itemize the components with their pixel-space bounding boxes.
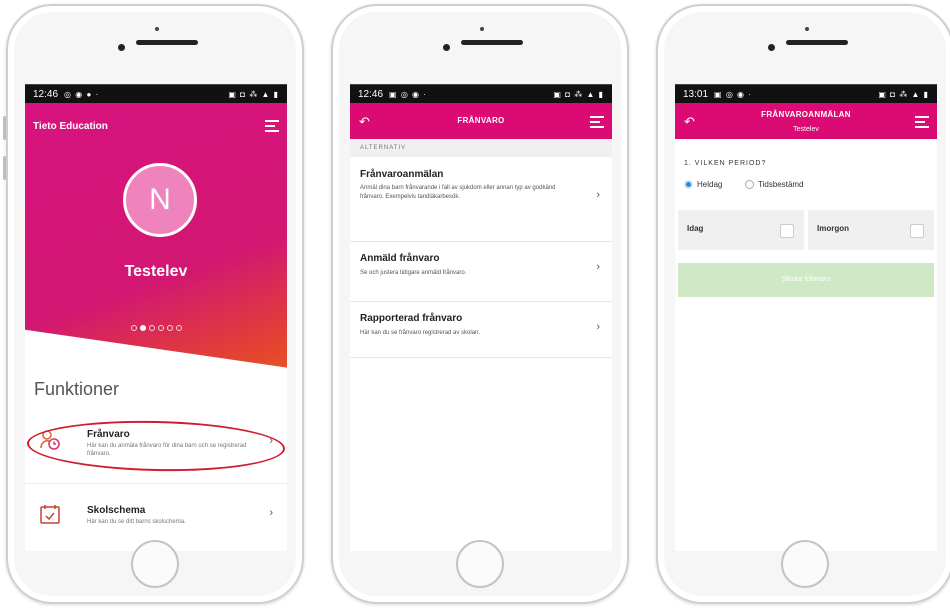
volume-button (3, 116, 6, 140)
phone-screen: 12:46 ▣ ◎ ◉ · ▣ ◘ ⁂ ▲ ▮ ↶ FRÅNVARO ALTER… (350, 84, 612, 551)
hamburger-menu-icon[interactable] (915, 113, 929, 131)
pager-dot[interactable] (157, 325, 164, 331)
brand-label: Tieto Education (33, 121, 108, 132)
checkbox[interactable] (780, 224, 794, 238)
pager-dot[interactable] (148, 325, 155, 331)
status-left-icons: ▣ ◎ ◉ · (389, 89, 427, 99)
item-subtitle: Se och justera tidigare anmäld frånvaro. (360, 270, 467, 276)
list-item-skolschema[interactable]: Skolschema Här kan du se ditt barns skol… (25, 497, 287, 537)
list-item-rapporterad-franvaro[interactable]: Rapporterad frånvaro Här kan du se frånv… (350, 301, 612, 358)
front-camera (118, 44, 125, 51)
radio-unselected-icon (745, 180, 754, 189)
phone-franvaro-screen: 12:46 ▣ ◎ ◉ · ▣ ◘ ⁂ ▲ ▮ ↶ FRÅNVARO ALTER… (331, 4, 629, 604)
chevron-right-icon: › (596, 321, 600, 333)
earpiece-speaker (786, 40, 848, 45)
item-title: Skolschema (87, 505, 146, 516)
phone-screen: 13:01 ▣ ◎ ◉ · ▣ ◘ ⁂ ▲ ▮ ↶ FRÅNVAROANMÄLA… (675, 84, 937, 551)
page-title: FRÅNVAROANMÄLAN (761, 110, 851, 119)
section-title-functions: Funktioner (34, 379, 120, 399)
student-name: Testelev (124, 263, 188, 280)
app-bar: ↶ FRÅNVAROANMÄLAN Testelev (675, 103, 937, 139)
page-title: FRÅNVARO (457, 116, 505, 125)
status-left-icons: ▣ ◎ ◉ · (714, 89, 752, 99)
item-title: Frånvaroanmälan (360, 169, 444, 180)
phone-screen: Tieto Education N Testelev 12:46 ◎ ◉ ● ·… (25, 84, 287, 551)
profile-header-gradient: Tieto Education N Testelev (25, 103, 287, 368)
radio-label: Tidsbestämd (758, 180, 804, 189)
earpiece-speaker (461, 40, 523, 45)
item-title: Rapporterad frånvaro (360, 313, 463, 324)
checkbox[interactable] (910, 224, 924, 238)
day-label: Imorgon (817, 224, 849, 233)
day-option-idag[interactable]: Idag (678, 210, 804, 250)
item-subtitle: Här kan du se frånvaro registrerad av sk… (360, 330, 481, 336)
day-label: Idag (687, 224, 704, 233)
status-right-icons: ▣ ◘ ⁂ ▲ ▮ (553, 89, 604, 99)
chevron-right-icon: › (269, 507, 273, 519)
hamburger-menu-icon[interactable] (590, 113, 604, 131)
top-sensor (805, 27, 809, 31)
radio-heldag[interactable]: Heldag (684, 180, 722, 189)
radio-tidsbestamd[interactable]: Tidsbestämd (745, 180, 804, 189)
volume-button (3, 156, 6, 180)
group-header: ALTERNATIV (350, 139, 612, 157)
status-time: 12:46 (33, 88, 59, 100)
phone-home-screen: Tieto Education N Testelev 12:46 ◎ ◉ ● ·… (3, 4, 304, 604)
radio-label: Heldag (697, 180, 723, 189)
status-bar: 12:46 ▣ ◎ ◉ · ▣ ◘ ⁂ ▲ ▮ (350, 85, 612, 103)
carousel-pager[interactable] (25, 325, 287, 331)
home-button[interactable] (781, 540, 829, 588)
top-sensor (155, 27, 159, 31)
chevron-right-icon: › (596, 261, 600, 273)
app-bar: ↶ FRÅNVARO (350, 103, 612, 139)
pager-dot[interactable] (175, 325, 182, 331)
period-question: 1. VILKEN PERIOD? (684, 160, 767, 167)
front-camera (443, 44, 450, 51)
item-title: Anmäld frånvaro (360, 253, 440, 264)
radio-selected-icon (684, 180, 693, 189)
list-item-anmald-franvaro[interactable]: Anmäld frånvaro Se och justera tidigare … (350, 241, 612, 302)
avatar[interactable]: N (123, 163, 197, 237)
phone-franvaroanmalan-screen: 13:01 ▣ ◎ ◉ · ▣ ◘ ⁂ ▲ ▮ ↶ FRÅNVAROANMÄLA… (656, 4, 950, 604)
page-subtitle: Testelev (793, 126, 819, 133)
status-time: 13:01 (683, 88, 709, 100)
pager-dot[interactable] (130, 325, 137, 331)
calendar-check-icon (40, 505, 60, 524)
status-time: 12:46 (358, 88, 384, 100)
status-bar: 12:46 ◎ ◉ ● · ▣ ◘ ⁂ ▲ ▮ (25, 85, 287, 103)
home-button[interactable] (456, 540, 504, 588)
avatar-initial: N (149, 183, 171, 216)
list-item-franvaroanmalan[interactable]: Frånvaroanmälan Anmäl dina barn frånvara… (350, 157, 612, 242)
hamburger-menu-icon[interactable] (265, 117, 279, 135)
front-camera (768, 44, 775, 51)
submit-absence-button[interactable]: Skicka frånvaro (678, 263, 934, 297)
pager-dot[interactable] (166, 325, 173, 331)
status-right-icons: ▣ ◘ ⁂ ▲ ▮ (878, 89, 929, 99)
status-left-icons: ◎ ◉ ● · (64, 89, 100, 99)
chevron-right-icon: › (596, 189, 600, 201)
top-sensor (480, 27, 484, 31)
status-right-icons: ▣ ◘ ⁂ ▲ ▮ (228, 89, 279, 99)
divider (25, 483, 287, 484)
day-option-imorgon[interactable]: Imorgon (808, 210, 934, 250)
status-bar: 13:01 ▣ ◎ ◉ · ▣ ◘ ⁂ ▲ ▮ (675, 85, 937, 103)
pager-dot-active[interactable] (139, 325, 146, 331)
home-button[interactable] (131, 540, 179, 588)
earpiece-speaker (136, 40, 198, 45)
item-subtitle: Anmäl dina barn frånvarande i fall av sj… (360, 185, 556, 200)
item-subtitle: Här kan du se ditt barns skolschema. (87, 519, 186, 525)
